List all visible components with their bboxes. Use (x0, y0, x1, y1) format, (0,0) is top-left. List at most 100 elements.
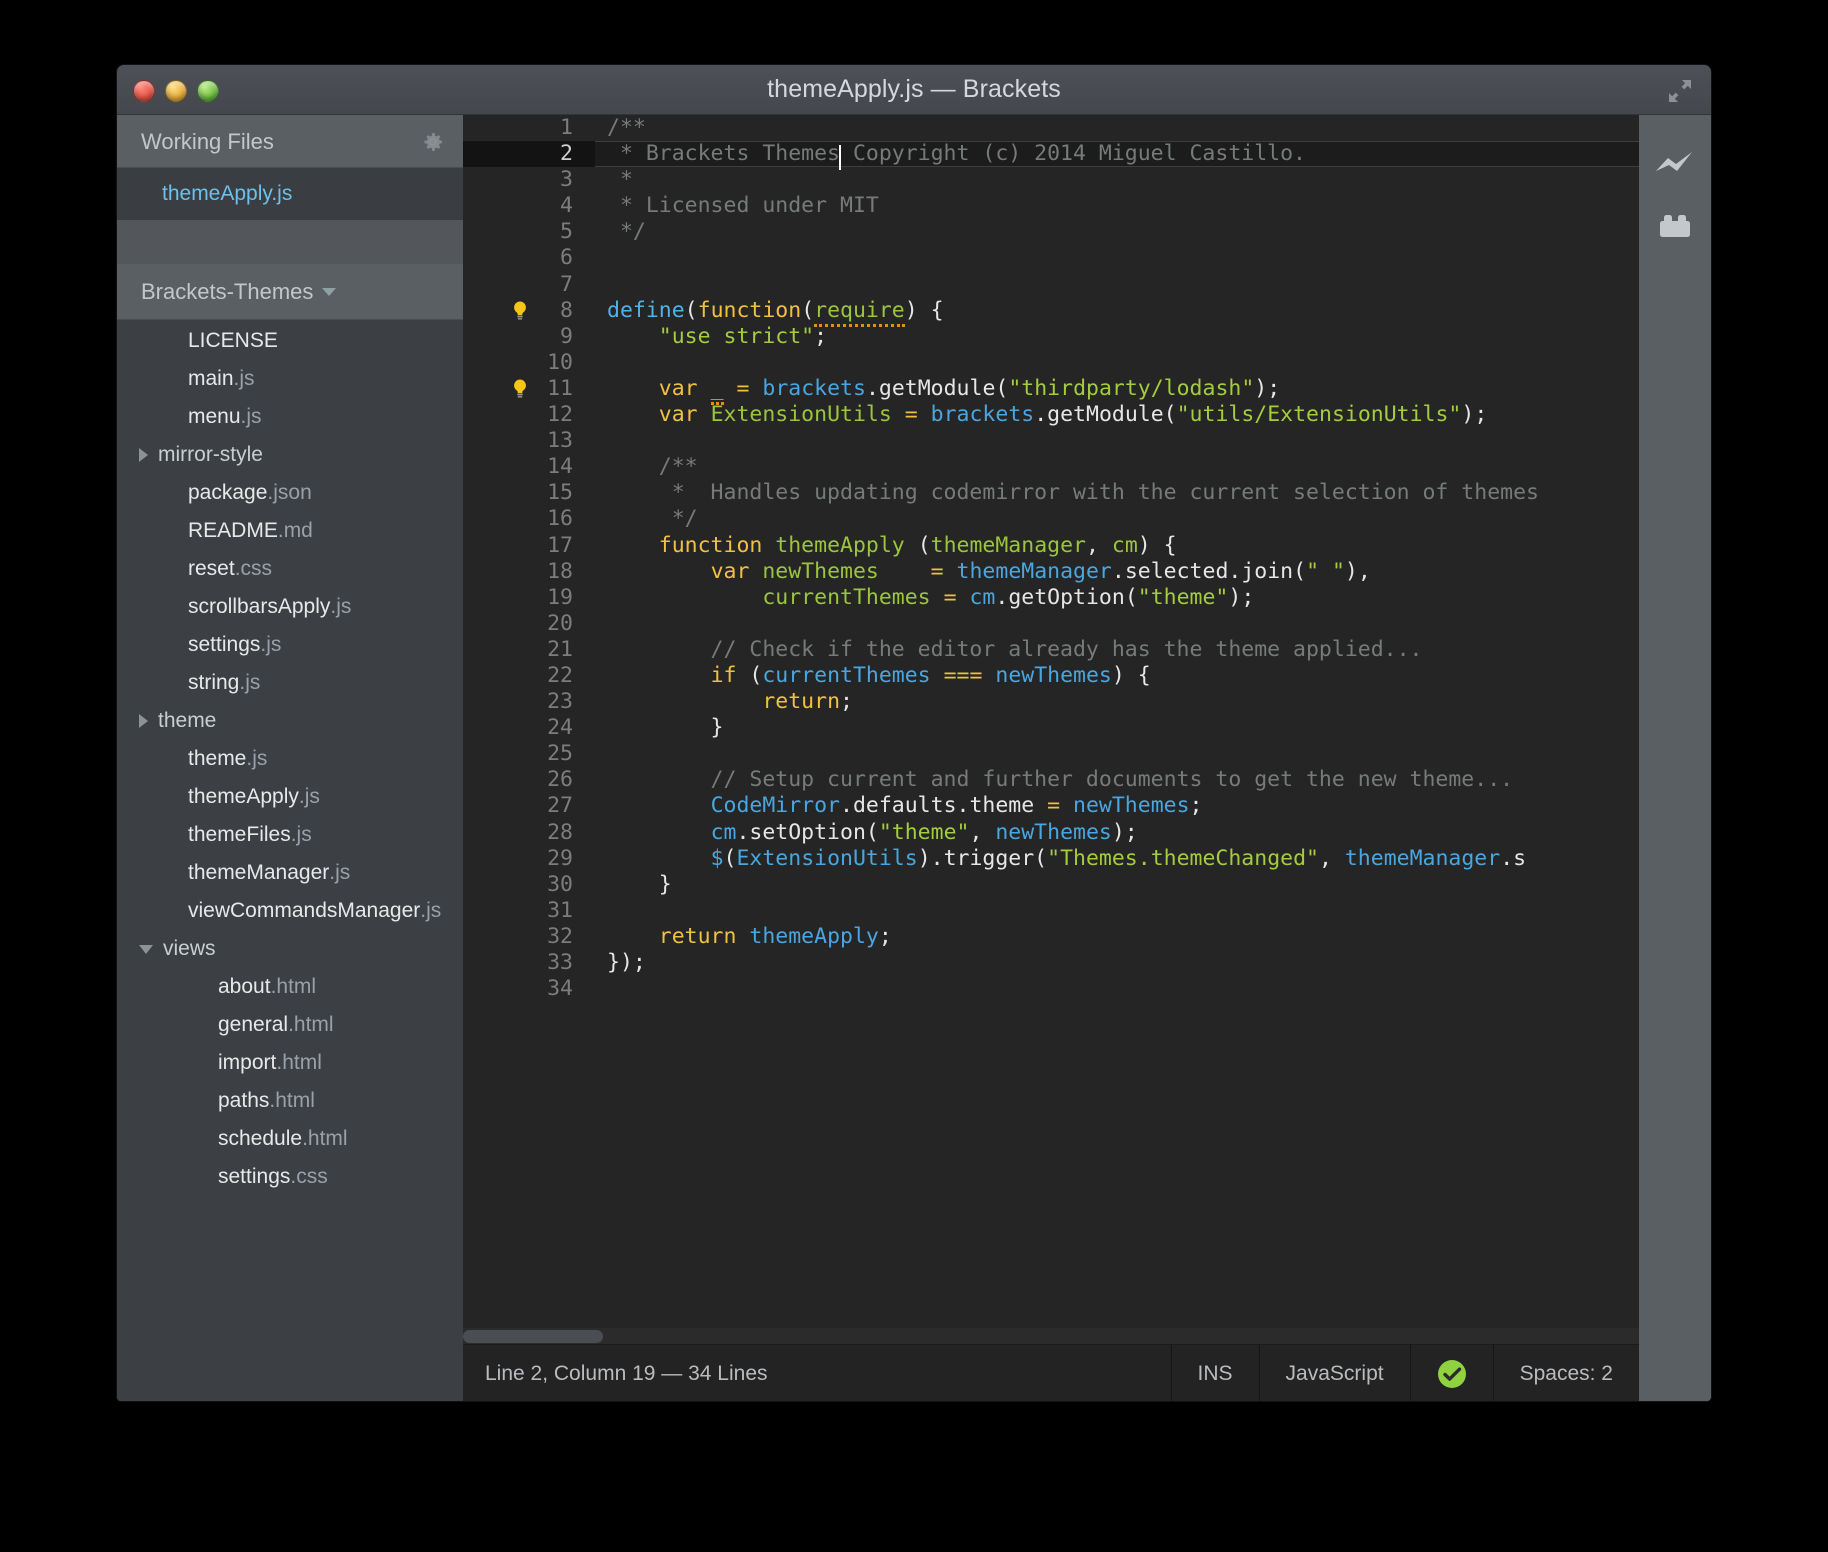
chevron-right-icon[interactable] (139, 448, 148, 462)
horizontal-scrollbar[interactable] (463, 1328, 1639, 1345)
tree-file-item[interactable]: README .md (117, 512, 463, 550)
code-line[interactable]: 23 return; (463, 689, 1639, 715)
code-token: */ (607, 219, 646, 245)
code-line[interactable]: 15 * Handles updating codemirror with th… (463, 480, 1639, 506)
code-line[interactable]: 30 } (463, 872, 1639, 898)
tree-file-item[interactable]: schedule .html (117, 1120, 463, 1158)
code-line[interactable]: 6 (463, 245, 1639, 271)
tree-file-item[interactable]: about .html (117, 968, 463, 1006)
code-line[interactable]: 26 // Setup current and further document… (463, 767, 1639, 793)
code-line-text: $(ExtensionUtils).trigger("Themes.themeC… (607, 846, 1527, 872)
code-line[interactable]: 34 (463, 976, 1639, 1002)
code-token: ); (1254, 375, 1281, 401)
live-preview-icon[interactable] (1639, 133, 1711, 195)
tree-file-item[interactable]: general .html (117, 1006, 463, 1044)
tree-folder-item[interactable]: views (117, 930, 463, 968)
code-line[interactable]: 1 /** (463, 115, 1639, 141)
tree-item-name: scrollbarsApply (188, 595, 331, 618)
code-line[interactable]: 5 */ (463, 219, 1639, 245)
tree-folder-item[interactable]: mirror-style (117, 436, 463, 474)
language-selector[interactable]: JavaScript (1258, 1345, 1410, 1401)
code-line[interactable]: 8 define(function(require) { (463, 297, 1639, 327)
tree-file-item[interactable]: main .js (117, 360, 463, 398)
code-editor[interactable]: 1/** 2 * Brackets Themes Copyright (c) 20… (463, 115, 1639, 1401)
code-line[interactable]: 20 (463, 611, 1639, 637)
code-line[interactable]: 32 return themeApply; (463, 924, 1639, 950)
code-line[interactable]: 22 if (currentThemes === newThemes) { (463, 663, 1639, 689)
code-line-text: } (607, 872, 672, 898)
expand-arrows-icon[interactable] (1667, 79, 1693, 103)
code-line[interactable]: 28 cm.setOption("theme", newThemes); (463, 820, 1639, 846)
code-line-text: var newThemes = themeManager.selected.jo… (607, 559, 1371, 585)
tree-item-extension: .js (290, 823, 312, 846)
code-line[interactable]: 14 /** (463, 454, 1639, 480)
code-line[interactable]: 31 (463, 898, 1639, 924)
tree-item-name: viewCommandsManager (188, 899, 421, 922)
code-token: ( (904, 532, 931, 558)
code-line[interactable]: 3 * (463, 167, 1639, 193)
code-token: ) { (1111, 662, 1151, 688)
tree-file-item[interactable]: settings .js (117, 626, 463, 664)
code-line[interactable]: 18 var newThemes = themeManager.selected… (463, 559, 1639, 585)
overwrite-mode-button[interactable]: INS (1170, 1345, 1259, 1401)
tree-file-item[interactable]: reset .css (117, 550, 463, 588)
tree-file-item[interactable]: package .json (117, 474, 463, 512)
tree-file-item[interactable]: import .html (117, 1044, 463, 1082)
code-line[interactable]: 2 * Brackets Themes Copyright (c) 2014 M… (463, 141, 1639, 171)
code-line[interactable]: 13 (463, 428, 1639, 454)
code-lines[interactable]: 1/** 2 * Brackets Themes Copyright (c) 20… (463, 115, 1639, 1345)
chevron-down-icon[interactable] (139, 944, 153, 954)
tree-item-name: schedule (218, 1127, 303, 1150)
gear-icon[interactable] (421, 130, 445, 154)
code-line[interactable]: 4 * Licensed under MIT (463, 193, 1639, 219)
tree-folder-item[interactable]: theme (117, 702, 463, 740)
horizontal-scrollbar-thumb[interactable] (463, 1330, 603, 1343)
code-line[interactable]: 29 $(ExtensionUtils).trigger("Themes.the… (463, 846, 1639, 872)
working-file-item[interactable]: themeApply.js (117, 168, 463, 220)
line-number: 15 (547, 480, 573, 506)
tree-file-item[interactable]: scrollbarsApply .js (117, 588, 463, 626)
code-token: .getModule( (1034, 402, 1177, 428)
extension-manager-icon[interactable] (1639, 195, 1711, 257)
code-line[interactable]: 9 "use strict"; (463, 324, 1639, 350)
code-token: "theme" (1137, 584, 1229, 610)
code-token: , (1085, 532, 1112, 558)
tree-file-item[interactable]: themeApply .js (117, 778, 463, 816)
code-line[interactable]: 33}); (463, 950, 1639, 976)
code-token: */ (607, 506, 698, 532)
code-line[interactable]: 24 } (463, 715, 1639, 741)
code-line[interactable]: 11 var _ = brackets.getModule("thirdpart… (463, 375, 1639, 405)
code-line-text: cm.setOption("theme", newThemes); (607, 820, 1138, 846)
code-line[interactable]: 21 // Check if the editor already has th… (463, 637, 1639, 663)
tree-item-extension: .js (240, 405, 262, 428)
tree-file-item[interactable]: settings .css (117, 1158, 463, 1196)
tree-file-item[interactable]: themeManager .js (117, 854, 463, 892)
indent-setting[interactable]: Spaces: 2 (1492, 1345, 1639, 1401)
code-token: newThemes (762, 558, 879, 584)
project-header[interactable]: Brackets-Themes (117, 264, 463, 320)
tree-file-item[interactable]: themeFiles .js (117, 816, 463, 854)
tree-file-item[interactable]: menu .js (117, 398, 463, 436)
chevron-down-icon[interactable] (322, 288, 337, 296)
tree-file-item[interactable]: paths .html (117, 1082, 463, 1120)
code-line[interactable]: 17 function themeApply (themeManager, cm… (463, 533, 1639, 559)
code-line[interactable]: 19 currentThemes = cm.getOption("theme")… (463, 585, 1639, 611)
chevron-right-icon[interactable] (139, 714, 148, 728)
code-line[interactable]: 7 (463, 272, 1639, 298)
tree-file-item[interactable]: viewCommandsManager .js (117, 892, 463, 930)
code-line[interactable]: 12 var ExtensionUtils = brackets.getModu… (463, 402, 1639, 428)
tree-file-item[interactable]: string .js (117, 664, 463, 702)
tree-file-item[interactable]: theme .js (117, 740, 463, 778)
code-token: * Handles updating codemirror with the c… (607, 480, 1539, 506)
code-line[interactable]: 25 (463, 741, 1639, 767)
tree-file-item[interactable]: LICENSE (117, 322, 463, 360)
lint-status[interactable] (1409, 1345, 1493, 1401)
line-number: 18 (547, 558, 573, 584)
code-line[interactable]: 10 (463, 350, 1639, 376)
code-line[interactable]: 16 */ (463, 506, 1639, 532)
sidebar: Working Files themeApply.js Brackets-The… (117, 115, 463, 1401)
code-token: * (607, 167, 633, 193)
code-line[interactable]: 27 CodeMirror.defaults.theme = newThemes… (463, 793, 1639, 819)
